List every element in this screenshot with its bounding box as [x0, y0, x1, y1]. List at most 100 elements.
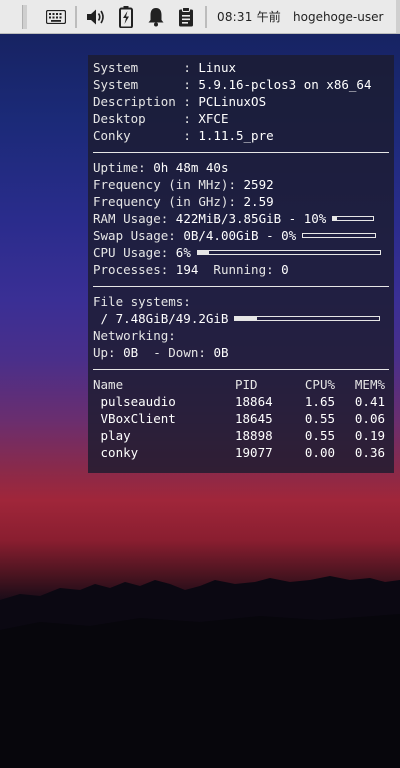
system-info-row: System : 5.9.16-pclos3 on x86_64 [93, 77, 372, 92]
process-row: conky 19077 0.00 0.36 [93, 444, 389, 461]
process-name: play [93, 428, 131, 443]
process-pid: 18898 [235, 428, 273, 443]
battery-charging-icon[interactable] [111, 0, 141, 33]
column-header-pid: PID [235, 377, 258, 392]
swap-usage-label: Swap Usage: [93, 228, 184, 243]
process-row: pulseaudio 18864 1.65 0.41 [93, 393, 389, 410]
volume-icon[interactable] [81, 0, 111, 33]
process-cpu: 0.55 [304, 411, 335, 426]
networking-label: Networking: [93, 328, 176, 343]
filesystem-root-bar [234, 316, 381, 321]
swap-usage-bar [302, 233, 377, 238]
system-info-row: Conky : 1.11.5_pre [93, 128, 274, 143]
divider [93, 286, 389, 287]
swap-usage-row: Swap Usage: 0B/4.00GiB - 0% [93, 227, 389, 244]
panel-edge [396, 0, 400, 33]
ram-usage-value: 422MiB/3.85GiB - 10% [175, 211, 327, 226]
process-mem: 0.41 [354, 394, 385, 409]
panel-separator [75, 5, 77, 28]
process-row: VBoxClient 18645 0.55 0.06 [93, 410, 389, 427]
download-label: - Down: [138, 345, 214, 360]
top-panel: 08:31 午前 hogehoge-user [0, 0, 400, 34]
ram-usage-label: RAM Usage: [93, 211, 176, 226]
info-key: Desktop [93, 111, 176, 126]
divider [93, 369, 389, 370]
download-value: 0B [213, 345, 229, 360]
column-header-cpu: CPU% [304, 377, 335, 392]
column-header-mem: MEM% [354, 377, 385, 392]
system-info-row: System : Linux [93, 60, 237, 75]
processes-row: Processes: 194 Running: 0 [93, 261, 389, 278]
filesystem-root-bar-fill [235, 317, 258, 320]
panel-separator [205, 5, 207, 28]
info-key: Conky [93, 128, 176, 143]
process-cpu: 0.00 [304, 445, 335, 460]
process-mem: 0.19 [354, 428, 385, 443]
upload-label: Up: [93, 345, 124, 360]
cpu-usage-row: CPU Usage: 6% [93, 244, 389, 261]
frequency-mhz-value: 2592 [243, 177, 274, 192]
panel-handle[interactable] [22, 4, 27, 29]
keyboard-icon[interactable] [41, 0, 71, 33]
processes-value: 194 [175, 262, 199, 277]
resource-section: Uptime: 0h 48m 40s Frequency (in MHz): 2… [93, 159, 389, 278]
process-name: pulseaudio [93, 394, 176, 409]
frequency-ghz-row: Frequency (in GHz): 2.59 [93, 193, 389, 210]
uptime-label: Uptime: [93, 160, 154, 175]
cpu-usage-label: CPU Usage: [93, 245, 176, 260]
frequency-ghz-label: Frequency (in GHz): [93, 194, 244, 209]
running-value: 0 [281, 262, 289, 277]
process-pid: 19077 [235, 445, 273, 460]
frequency-mhz-row: Frequency (in MHz): 2592 [93, 176, 389, 193]
process-row: play 18898 0.55 0.19 [93, 427, 389, 444]
clipboard-icon[interactable] [171, 0, 201, 33]
info-key: Description [93, 94, 176, 109]
clock[interactable]: 08:31 午前 [217, 8, 281, 25]
cpu-usage-bar [196, 250, 381, 255]
info-value: Linux [198, 60, 237, 75]
notification-bell-icon[interactable] [141, 0, 171, 33]
network-traffic-row: Up: 0B - Down: 0B [93, 344, 389, 361]
process-mem: 0.36 [354, 445, 385, 460]
ram-usage-row: RAM Usage: 422MiB/3.85GiB - 10% [93, 210, 389, 227]
filesystem-network-section: File systems: / 7.48GiB/49.2GiB Networki… [93, 293, 389, 361]
process-table: Name PID CPU% MEM% pulseaudio 18864 1.65… [93, 376, 389, 461]
process-name: VBoxClient [93, 411, 176, 426]
upload-value: 0B [123, 345, 139, 360]
ram-usage-bar [332, 216, 375, 221]
column-header-name: Name [93, 377, 124, 392]
processes-label: Processes: [93, 262, 176, 277]
running-label: Running: [198, 262, 282, 277]
info-value: XFCE [198, 111, 229, 126]
divider [93, 152, 389, 153]
info-key: System [93, 60, 176, 75]
system-info-section: System : Linux System : 5.9.16-pclos3 on… [93, 59, 389, 144]
frequency-mhz-label: Frequency (in MHz): [93, 177, 244, 192]
cpu-usage-bar-fill [197, 251, 209, 254]
uptime-value: 0h 48m 40s [153, 160, 229, 175]
wallpaper-landscape [0, 576, 400, 768]
system-info-row: Desktop : XFCE [93, 111, 229, 126]
process-name: conky [93, 445, 139, 460]
conky-panel: System : Linux System : 5.9.16-pclos3 on… [88, 55, 394, 473]
frequency-ghz-value: 2.59 [243, 194, 274, 209]
filesystems-label: File systems: [93, 294, 191, 309]
filesystem-root-value: / 7.48GiB/49.2GiB [93, 311, 229, 326]
filesystem-root-row: / 7.48GiB/49.2GiB [93, 310, 389, 327]
user-menu[interactable]: hogehoge-user [293, 10, 383, 24]
ram-usage-bar-fill [333, 217, 338, 220]
uptime-row: Uptime: 0h 48m 40s [93, 159, 389, 176]
process-mem: 0.06 [354, 411, 385, 426]
swap-usage-value: 0B/4.00GiB - 0% [183, 228, 297, 243]
process-pid: 18645 [235, 411, 273, 426]
cpu-usage-value: 6% [175, 245, 191, 260]
process-cpu: 0.55 [304, 428, 335, 443]
info-value: PCLinuxOS [198, 94, 267, 109]
process-table-header: Name PID CPU% MEM% [93, 376, 389, 393]
info-key: System [93, 77, 176, 92]
process-cpu: 1.65 [304, 394, 335, 409]
system-info-row: Description : PCLinuxOS [93, 94, 267, 109]
process-pid: 18864 [235, 394, 273, 409]
info-value: 1.11.5_pre [198, 128, 274, 143]
info-value: 5.9.16-pclos3 on x86_64 [198, 77, 372, 92]
